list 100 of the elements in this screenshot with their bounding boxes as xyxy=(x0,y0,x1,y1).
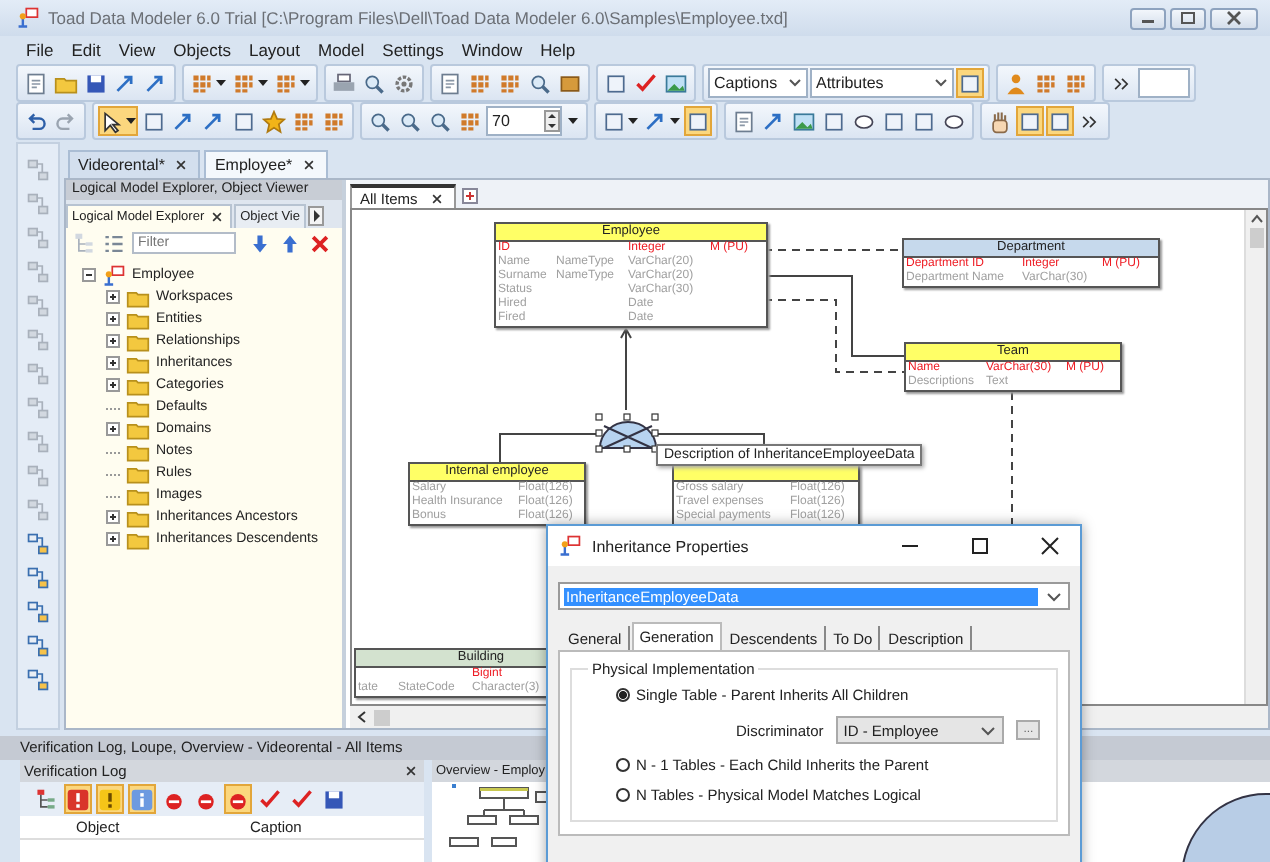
document-icon xyxy=(24,71,48,95)
magnifier-icon xyxy=(368,109,392,133)
expand-icon[interactable] xyxy=(106,290,120,304)
magnifier-icon xyxy=(398,109,422,133)
arrow-icon xyxy=(644,109,668,133)
radio-button[interactable] xyxy=(616,758,630,772)
nodes-icon xyxy=(26,192,50,216)
radio-button[interactable] xyxy=(616,788,630,802)
dropdown[interactable]: Captions xyxy=(708,68,808,98)
arrow-down-icon xyxy=(248,231,272,255)
toolbar-button[interactable] xyxy=(1016,106,1044,136)
scroll-thumb[interactable] xyxy=(1249,228,1263,248)
menu-item[interactable]: Model xyxy=(318,40,365,60)
chevron-down-icon xyxy=(980,725,997,735)
close-icon xyxy=(172,156,191,174)
tree-icon xyxy=(72,231,96,255)
arrow-up-icon xyxy=(278,231,302,255)
tool-button[interactable] xyxy=(24,564,52,592)
menu-item[interactable]: Edit xyxy=(71,40,101,60)
inheritance-symbol[interactable] xyxy=(595,413,659,453)
vertical-scrollbar[interactable] xyxy=(1244,210,1266,704)
split-button[interactable] xyxy=(98,106,138,136)
star-icon xyxy=(262,109,286,133)
grid-icon xyxy=(1034,71,1058,95)
caret-icon xyxy=(126,117,136,125)
collapse-icon[interactable] xyxy=(82,268,96,282)
menu-item[interactable]: Window xyxy=(461,40,523,60)
toolbar-button[interactable] xyxy=(956,68,984,98)
close-icon xyxy=(208,208,227,226)
printer-icon xyxy=(332,71,356,95)
menu-item[interactable]: Layout xyxy=(248,40,300,60)
chevron-up-icon xyxy=(1249,214,1263,224)
grid-icon xyxy=(190,71,214,95)
grid-icon xyxy=(322,109,346,133)
toolbar-button[interactable] xyxy=(32,784,60,814)
toolbar-button[interactable] xyxy=(96,784,124,814)
grid-icon xyxy=(1064,71,1088,95)
tool-button[interactable] xyxy=(24,632,52,660)
caret-icon xyxy=(300,79,310,87)
toolbar-button[interactable] xyxy=(1046,106,1074,136)
menu-item[interactable]: Settings xyxy=(382,40,444,60)
close-icon xyxy=(402,762,420,780)
triangle-right-icon xyxy=(311,210,321,222)
delete-icon xyxy=(308,231,332,255)
toolbar-button[interactable] xyxy=(684,106,712,136)
ellipse-icon xyxy=(942,109,966,133)
maximize-icon xyxy=(1178,10,1198,26)
menu-item[interactable]: View xyxy=(118,40,156,60)
expand-icon[interactable] xyxy=(106,510,120,524)
toolbar-button[interactable] xyxy=(224,784,252,814)
add-tab-button[interactable] xyxy=(461,188,478,204)
chevron-down-icon xyxy=(1046,591,1062,601)
chevron-down-icon xyxy=(934,78,948,88)
document-icon xyxy=(438,71,462,95)
arrow-icon xyxy=(172,109,196,133)
grid-icon xyxy=(468,71,492,95)
spinner-icon xyxy=(544,110,560,132)
window-title: Toad Data Modeler 6.0 Trial [C:\Program Files\Dell\Toad Data Modeler 6.0\Samples\Employee.txd] xyxy=(48,8,788,28)
error-icon xyxy=(66,787,90,811)
dialog-title: Inheritance Properties xyxy=(592,537,751,555)
zoom-field[interactable]: 70 xyxy=(486,106,562,136)
image-icon xyxy=(664,71,688,95)
dropdown[interactable]: Attributes xyxy=(810,68,954,98)
scroll-right-button[interactable] xyxy=(308,206,324,226)
minimize-button[interactable] xyxy=(1130,7,1166,29)
input-field[interactable] xyxy=(1138,68,1190,98)
square-icon xyxy=(958,71,982,95)
tool-button[interactable] xyxy=(24,598,52,626)
square-icon xyxy=(686,109,710,133)
close-button[interactable] xyxy=(1210,7,1258,29)
square-icon xyxy=(822,109,846,133)
grid-icon xyxy=(292,109,316,133)
nodes-icon xyxy=(26,294,50,318)
expand-icon[interactable] xyxy=(106,378,120,392)
pointer-icon xyxy=(100,109,124,133)
grid-icon xyxy=(274,71,298,95)
tool-button[interactable] xyxy=(24,666,52,694)
nodes-icon xyxy=(26,260,50,284)
expand-icon[interactable] xyxy=(106,422,120,436)
menu-item[interactable]: Help xyxy=(540,40,576,60)
expand-icon[interactable] xyxy=(106,312,120,326)
caret-icon xyxy=(216,79,226,87)
document-tab[interactable]: Videorental* xyxy=(68,150,201,178)
radio-button[interactable] xyxy=(616,688,630,702)
expand-icon[interactable] xyxy=(106,356,120,370)
nodes-icon xyxy=(26,362,50,386)
menu-item[interactable]: Objects xyxy=(173,40,231,60)
grid-icon xyxy=(232,71,256,95)
close-icon xyxy=(300,156,319,174)
tool-button[interactable] xyxy=(24,530,52,558)
maximize-button[interactable] xyxy=(1170,7,1206,29)
menu-item[interactable]: File xyxy=(26,40,54,60)
scroll-thumb[interactable] xyxy=(374,709,390,725)
nodes-icon xyxy=(26,464,50,488)
expand-icon[interactable] xyxy=(106,334,120,348)
expand-icon[interactable] xyxy=(106,532,120,546)
relationship-line xyxy=(499,433,599,463)
nodes-icon xyxy=(26,430,50,454)
grid-icon xyxy=(458,109,482,133)
document-tab[interactable]: Employee* xyxy=(204,150,329,178)
